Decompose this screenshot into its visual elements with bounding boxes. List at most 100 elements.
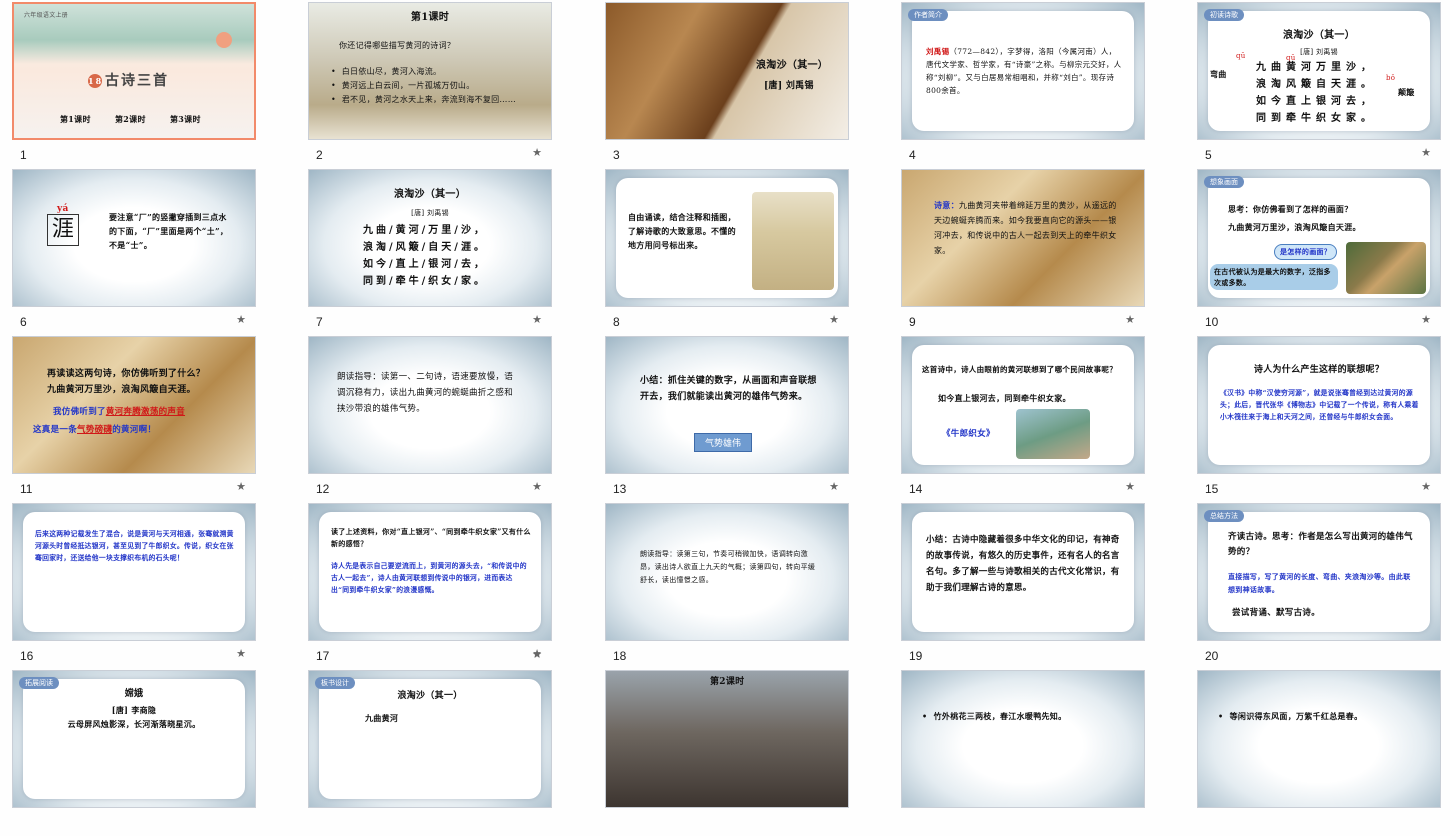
section-tag: 初读诗歌 bbox=[1204, 9, 1244, 21]
poem-line-1: 九曲黄河万里沙， bbox=[1256, 62, 1376, 73]
slide-thumb-14[interactable]: 这首诗中，诗人由眼前的黄河联想到了哪个民间故事呢？ 如今直上银河去，同到牵牛织女… bbox=[901, 336, 1145, 502]
slide-12-canvas: 朗读指导：读第一、二句诗，语速要放慢，语调沉稳有力，读出九曲黄河的蜿蜒曲折之感和… bbox=[308, 336, 552, 474]
slide-thumb-12[interactable]: 朗读指导：读第一、二句诗，语速要放慢，语调沉稳有力，读出九曲黄河的蜿蜒曲折之感和… bbox=[308, 336, 552, 502]
slide-7-canvas: 浪淘沙（其一） [唐] 刘禹锡 九曲/黄河/万里/沙， 浪淘/风簸/自天/涯。 … bbox=[308, 169, 552, 307]
slide-thumb-10[interactable]: 想象画面 思考：你仿佛看到了怎样的画面？ 九曲黄河万里沙，浪淘风簸自天涯。 是怎… bbox=[1197, 169, 1441, 335]
section-tag: 板书设计 bbox=[315, 677, 355, 689]
fill-sentence-2: 这真是一条气势磅礴的黄河啊！ bbox=[33, 425, 157, 435]
lesson-title-text: 古诗三首 bbox=[105, 73, 169, 89]
method-text: 直接描写，写了黄河的长度、弯曲、夹浪淘沙等。由此联想到神话故事。 bbox=[1228, 572, 1411, 594]
animation-star-icon: ★ bbox=[1421, 480, 1431, 493]
slide-thumb-6[interactable]: yá 涯 要注意“厂”的竖撇穿插到三点水的下面，“厂”里面是两个“土”，不是“士… bbox=[12, 169, 256, 335]
slide-thumb-20[interactable]: 总结方法 齐读古诗。思考：作者是怎么写出黄河的雄伟气势的？ 直接描写，写了黄河的… bbox=[1197, 503, 1441, 669]
poem-line-2: 浪淘风簸自天涯。 bbox=[1256, 79, 1376, 90]
background-text: 《汉书》中称“汉使穷河源”，就是说张骞曾经到达过黄河的源头；此后，晋代张华《博物… bbox=[1220, 389, 1419, 421]
slide-thumb-1[interactable]: 六年级语文上册 18 古诗三首 第1课时 第2课时 第3课时 1 bbox=[12, 2, 256, 168]
slide-thumb-7[interactable]: 浪淘沙（其一） [唐] 刘禹锡 九曲/黄河/万里/沙， 浪淘/风簸/自天/涯。 … bbox=[308, 169, 552, 335]
slide-thumb-17[interactable]: 读了上述资料，你对“直上银河”、“同到牵牛织女家”又有什么新的感悟？ 诗人先是表… bbox=[308, 503, 552, 669]
lesson-title: 18 古诗三首 bbox=[88, 74, 169, 88]
slide-number: 6 bbox=[20, 315, 27, 329]
pinyin-annotation-right: bǒ bbox=[1386, 74, 1396, 82]
instruction-text: 自由诵读，结合注释和插图，了解诗歌的大致意思。不懂的地方用问号标出来。 bbox=[628, 212, 736, 250]
pinyin-annotation-left: qū bbox=[1236, 52, 1246, 60]
reading-guide: 朗读指导：读第一、二句诗，语速要放慢，语调沉稳有力，读出九曲黄河的蜿蜒曲折之感和… bbox=[337, 372, 514, 414]
slide-question: 再读读这两句诗，你仿佛听到了什么？ bbox=[47, 369, 206, 379]
slide-14-canvas: 这首诗中，诗人由眼前的黄河联想到了哪个民间故事呢？ 如今直上银河去，同到牵牛织女… bbox=[901, 336, 1145, 474]
slide-24-canvas: • 竹外桃花三两枝，春江水暖鸭先知。 bbox=[901, 670, 1145, 808]
slide-thumb-15[interactable]: 诗人为什么产生这样的联想呢？ 《汉书》中称“汉使穷河源”，就是说张骞曾经到达过黄… bbox=[1197, 336, 1441, 502]
grade-label: 六年级语文上册 bbox=[24, 12, 69, 19]
slide-question: 思考：你仿佛看到了怎样的画面？ bbox=[1228, 204, 1353, 214]
slide-23-canvas: 第2课时 bbox=[605, 670, 849, 808]
slide-number: 1 bbox=[20, 148, 27, 162]
slide-thumb-11[interactable]: 再读读这两句诗，你仿佛听到了什么？ 九曲黄河万里沙，浪淘风簸自天涯。 我仿佛听到… bbox=[12, 336, 256, 502]
animation-star-icon: ★ bbox=[236, 313, 246, 326]
slide-question: 齐读古诗。思考：作者是怎么写出黄河的雄伟气势的？ bbox=[1228, 532, 1413, 557]
slide-16-canvas: 后来这两种记载发生了混合，说是黄河与天河相通，张骞就溯黄河源头时曾经抵达银河，甚… bbox=[12, 503, 256, 641]
slide-thumb-2[interactable]: 第1课时 你还记得哪些描写黄河的诗词？ • 白日依山尽，黄河入海流。 • 黄河远… bbox=[308, 2, 552, 168]
bullet-line: • 等闲识得东风面，万紫千红总是春。 bbox=[1218, 711, 1363, 721]
slide-thumb-4[interactable]: 作者简介 刘禹锡（772—842），字梦得，洛阳（今属河南）人，唐代文学家、哲学… bbox=[901, 2, 1145, 168]
annotation-word-right: 颠簸 bbox=[1398, 87, 1415, 97]
slide-thumb-18[interactable]: 朗读指导：读第三句，节奏可稍微加快，语调转向激昂，读出诗人欲直上九天的气概；读第… bbox=[605, 503, 849, 669]
slide-thumb-23[interactable]: 第2课时 bbox=[605, 670, 849, 836]
slide-number: 3 bbox=[613, 148, 620, 162]
poem-line: 九曲黄河万里沙，浪淘风簸自天涯。 bbox=[1228, 222, 1361, 232]
slide-number: 10 bbox=[1205, 315, 1219, 329]
slide-number: 15 bbox=[1205, 482, 1219, 496]
keyword-pill: 气势雄伟 bbox=[694, 433, 753, 452]
slide-thumb-19[interactable]: 小结：古诗中隐藏着很多中华文化的印记，有神奇的故事传说，有悠久的历史事件，还有名… bbox=[901, 503, 1145, 669]
slide-17-canvas: 读了上述资料，你对“直上银河”、“同到牵牛织女家”又有什么新的感悟？ 诗人先是表… bbox=[308, 503, 552, 641]
section-tag: 总结方法 bbox=[1204, 510, 1244, 522]
slide-thumb-16[interactable]: 后来这两种记载发生了混合，说是黄河与天河相通，张骞就溯黄河源头时曾经抵达银河，甚… bbox=[12, 503, 256, 669]
section-tag: 想象画面 bbox=[1204, 176, 1244, 188]
annotation-word-left: 弯曲 bbox=[1210, 69, 1227, 79]
slide-thumb-8[interactable]: 自由诵读，结合注释和插图，了解诗歌的大致意思。不懂的地方用问号标出来。 8 ★ bbox=[605, 169, 849, 335]
story-title: 《牛郎织女》 bbox=[942, 429, 995, 439]
slide-heading: 第1课时 bbox=[410, 12, 450, 23]
poem-line: 如今直上银河去，同到牵牛织女家。 bbox=[938, 393, 1071, 403]
slide-5-canvas: 初读诗歌 浪淘沙（其一） [唐] 刘禹锡 qū qū bǒ 弯曲 颠簸 九曲黄河… bbox=[1197, 2, 1441, 140]
slide-15-canvas: 诗人为什么产生这样的联想呢？ 《汉书》中称“汉使穷河源”，就是说张骞曾经到达过黄… bbox=[1197, 336, 1441, 474]
poem-line-4: 同到牵牛织女家。 bbox=[1256, 113, 1376, 124]
slide-thumb-25[interactable]: • 等闲识得东风面，万紫千红总是春。 bbox=[1197, 670, 1441, 836]
slide-thumb-9[interactable]: 诗意：九曲黄河夹带着绵延万里的黄沙，从遥远的天边蜿蜒奔腾而来。如今我要直向它的源… bbox=[901, 169, 1145, 335]
slide-number: 17 bbox=[316, 649, 330, 663]
story-illustration bbox=[1016, 409, 1090, 459]
slide-1-canvas: 六年级语文上册 18 古诗三首 第1课时 第2课时 第3课时 bbox=[12, 2, 256, 140]
slide-thumb-21[interactable]: 拓展阅读 嫦娥 [唐] 李商隐 云母屏风烛影深，长河渐落晓星沉。 bbox=[12, 670, 256, 836]
bullet-2: • 黄河远上白云间，一片孤城万仞山。 bbox=[331, 81, 475, 90]
slide-question: 这首诗中，诗人由眼前的黄河联想到了哪个民间故事呢？ bbox=[922, 365, 1117, 374]
summary-text: 小结：抓住关键的数字，从画面和声音联想开去，我们就能读出黄河的雄伟气势来。 bbox=[640, 376, 817, 402]
animation-star-icon: ★ bbox=[532, 146, 542, 159]
slide-number: 7 bbox=[316, 315, 323, 329]
slide-number: 13 bbox=[613, 482, 627, 496]
slide-thumb-24[interactable]: • 竹外桃花三两枝，春江水暖鸭先知。 bbox=[901, 670, 1145, 836]
slide-thumb-13[interactable]: 小结：抓住关键的数字，从画面和声音联想开去，我们就能读出黄河的雄伟气势来。 气势… bbox=[605, 336, 849, 502]
slide-thumb-5[interactable]: 初读诗歌 浪淘沙（其一） [唐] 刘禹锡 qū qū bǒ 弯曲 颠簸 九曲黄河… bbox=[1197, 2, 1441, 168]
slide-25-canvas: • 等闲识得东风面，万紫千红总是春。 bbox=[1197, 670, 1441, 808]
poem-title: 浪淘沙（其一） bbox=[393, 189, 467, 200]
poem-meaning: 诗意：九曲黄河夹带着绵延万里的黄沙，从遥远的天边蜿蜒奔腾而来。如今我要直向它的源… bbox=[934, 200, 1117, 255]
animation-star-icon: ★ bbox=[829, 480, 839, 493]
fill-sentence-1: 我仿佛听到了黄河奔腾激荡的声音 bbox=[53, 407, 186, 417]
slide-21-canvas: 拓展阅读 嫦娥 [唐] 李商隐 云母屏风烛影深，长河渐落晓星沉。 bbox=[12, 670, 256, 808]
author-bio: 刘禹锡（772—842），字梦得，洛阳（今属河南）人，唐代文学家、哲学家，有“诗… bbox=[926, 47, 1122, 95]
task-text: 尝试背诵、默写古诗。 bbox=[1232, 608, 1321, 618]
slide-8-canvas: 自由诵读，结合注释和插图，了解诗歌的大致意思。不懂的地方用问号标出来。 bbox=[605, 169, 849, 307]
poem-title: 浪淘沙（其一） bbox=[397, 691, 463, 701]
slide-thumb-3[interactable]: 浪淘沙（其一） [唐] 刘禹锡 3 bbox=[605, 2, 849, 168]
animation-star-icon: ★ bbox=[1421, 146, 1431, 159]
slide-number: 11 bbox=[20, 482, 33, 496]
animation-star-icon: ★ bbox=[532, 648, 542, 661]
poem-line-2: 浪淘/风簸/自天/涯。 bbox=[363, 242, 487, 253]
slide-number: 20 bbox=[1205, 649, 1219, 663]
slide-number: 2 bbox=[316, 148, 323, 162]
character-box: 涯 bbox=[47, 214, 79, 246]
slide-thumb-22[interactable]: 板书设计 浪淘沙（其一） 九曲黄河 ★ bbox=[308, 648, 552, 836]
river-bend-photo bbox=[1346, 242, 1426, 294]
slide-19-canvas: 小结：古诗中隐藏着很多中华文化的印记，有神奇的故事传说，有悠久的历史事件，还有名… bbox=[901, 503, 1145, 641]
poem-title: 嫦娥 bbox=[124, 689, 144, 699]
slide-20-canvas: 总结方法 齐读古诗。思考：作者是怎么写出黄河的雄伟气势的？ 直接描写，写了黄河的… bbox=[1197, 503, 1441, 641]
slide-3-canvas: 浪淘沙（其一） [唐] 刘禹锡 bbox=[605, 2, 849, 140]
